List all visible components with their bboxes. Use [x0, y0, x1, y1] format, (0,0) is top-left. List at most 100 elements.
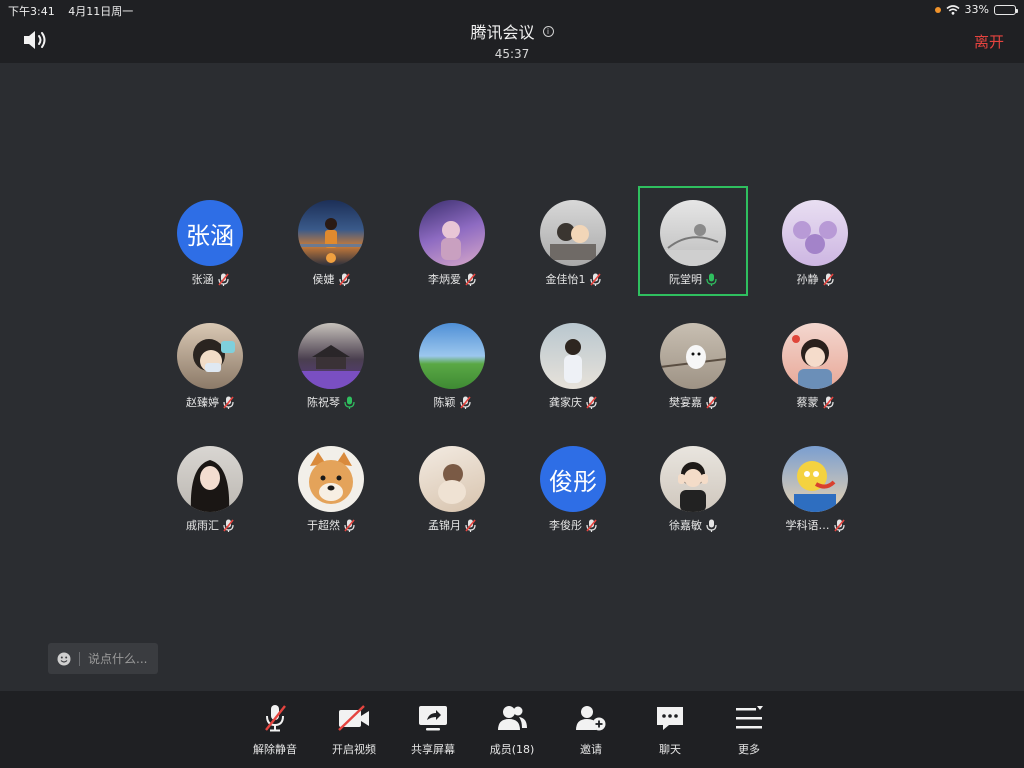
participant-name-row: 于超然 — [276, 517, 386, 533]
participant-name: 戚雨汇 — [186, 519, 219, 532]
participant-tile[interactable]: 孙静 — [760, 186, 870, 296]
participant-name: 阮堂明 — [669, 273, 702, 286]
mic-muted-icon — [706, 395, 717, 409]
emoji-icon[interactable] — [57, 652, 71, 666]
video-off-icon — [338, 705, 369, 731]
participant-tile[interactable]: 赵臻婷 — [155, 309, 265, 419]
participant-name-row: 学科语… — [760, 517, 870, 533]
avatar-photo — [660, 345, 726, 369]
avatar-photo — [441, 221, 461, 260]
avatar-photo — [660, 224, 726, 266]
participant-tile[interactable]: 蔡蒙 — [760, 309, 870, 419]
mic-muted-icon — [586, 518, 597, 532]
participant-name-row: 徐嘉敏 — [638, 517, 748, 533]
participant-tile[interactable]: 陈颖 — [397, 309, 507, 419]
participant-name-row: 蔡蒙 — [760, 394, 870, 410]
avatar-photo — [309, 452, 353, 504]
avatar — [419, 200, 485, 266]
participant-name: 张涵 — [191, 273, 214, 286]
participant-name: 金佳怡1 — [545, 273, 586, 286]
participant-tile[interactable]: 孟锦月 — [397, 432, 507, 542]
avatar — [298, 200, 364, 266]
chat-bubble-icon — [657, 707, 683, 730]
mic-muted-icon — [459, 395, 471, 409]
invite-label: 邀请 — [580, 743, 602, 756]
participant-tile[interactable]: 徐嘉敏 — [638, 432, 748, 542]
participant-tile[interactable]: 张涵 张涵 — [155, 186, 265, 296]
mic-muted-icon — [586, 395, 597, 409]
more-label: 更多 — [738, 743, 760, 756]
chat-placeholder: 说点什么... — [88, 652, 148, 666]
mic-muted-icon — [833, 518, 845, 532]
avatar-photo — [438, 464, 466, 504]
meeting-toolbar: 解除静音 开启视频 共享屏幕 成员(18) 邀请 聊天 更多 — [0, 691, 1024, 768]
participant-name-row: 阮堂明 — [640, 271, 746, 287]
avatar — [298, 323, 364, 389]
participant-tile[interactable]: 金佳怡1 — [518, 186, 628, 296]
avatar — [782, 200, 848, 266]
avatar-photo — [298, 218, 364, 263]
mic-muted-icon — [465, 272, 476, 286]
members-label: 成员(18) — [489, 743, 535, 756]
participant-tile[interactable]: 樊宴嘉 — [638, 309, 748, 419]
members-button[interactable]: 成员(18) — [477, 703, 547, 757]
avatar — [782, 323, 848, 389]
mic-muted-icon — [822, 272, 834, 286]
participant-tile[interactable]: 陈祝琴 — [276, 309, 386, 419]
avatar — [540, 323, 606, 389]
chat-button[interactable]: 聊天 — [635, 703, 705, 757]
avatar-photo — [794, 461, 836, 512]
participant-tile-active-speaker[interactable]: 阮堂明 — [638, 186, 748, 296]
share-screen-button[interactable]: 共享屏幕 — [398, 703, 468, 757]
avatar — [660, 323, 726, 389]
participant-name: 于超然 — [307, 519, 340, 532]
add-person-icon — [576, 706, 606, 731]
mic-speaking-icon — [344, 396, 355, 409]
participant-name: 李炳爱 — [428, 273, 461, 286]
avatar-photo — [564, 339, 582, 383]
more-button[interactable]: 更多 — [714, 703, 784, 757]
participant-name-row: 孟锦月 — [397, 517, 507, 533]
participant-name-row: 金佳怡1 — [518, 271, 628, 287]
invite-button[interactable]: 邀请 — [556, 703, 626, 757]
mic-muted-icon — [223, 518, 234, 532]
avatar — [660, 200, 726, 266]
participant-grid: 张涵 张涵 侯婕 李炳爱 金佳怡1 阮堂明 孙静 赵臻婷 陈祝琴 陈颖 龚家庆 … — [0, 0, 1024, 690]
participant-name: 孟锦月 — [428, 519, 461, 532]
participant-tile[interactable]: 李炳爱 — [397, 186, 507, 296]
avatar — [540, 200, 606, 266]
participant-name-row: 龚家庆 — [518, 394, 628, 410]
mic-muted-icon — [344, 518, 355, 532]
mic-speaking-icon — [706, 273, 717, 286]
participant-tile[interactable]: 龚家庆 — [518, 309, 628, 419]
participant-name: 赵臻婷 — [186, 396, 219, 409]
participant-name: 侯婕 — [312, 273, 335, 286]
participant-tile[interactable]: 戚雨汇 — [155, 432, 265, 542]
avatar-photo — [190, 460, 230, 512]
avatar-photo — [298, 345, 364, 389]
members-icon — [498, 706, 527, 730]
avatar — [419, 446, 485, 512]
unmute-button[interactable]: 解除静音 — [240, 703, 310, 757]
participant-tile[interactable]: 于超然 — [276, 432, 386, 542]
participant-tile[interactable]: 侯婕 — [276, 186, 386, 296]
chat-input[interactable]: 说点什么... — [48, 643, 158, 674]
participant-tile[interactable]: 学科语… — [760, 432, 870, 542]
avatar: 张涵 — [177, 200, 243, 266]
participant-tile[interactable]: 俊彤 李俊彤 — [518, 432, 628, 542]
unmute-label: 解除静音 — [253, 743, 297, 756]
mic-muted-icon — [338, 272, 350, 286]
avatar-photo — [193, 339, 235, 372]
share-screen-label: 共享屏幕 — [411, 743, 455, 756]
avatar — [177, 446, 243, 512]
participant-name-row: 陈颖 — [397, 394, 507, 410]
participant-name-row: 李炳爱 — [397, 271, 507, 287]
avatar — [419, 323, 485, 389]
participant-name: 樊宴嘉 — [669, 396, 702, 409]
participant-name-row: 侯婕 — [276, 271, 386, 287]
start-video-button[interactable]: 开启视频 — [319, 703, 389, 757]
avatar — [177, 323, 243, 389]
participant-name: 孙静 — [796, 273, 819, 286]
participant-name-row: 张涵 — [155, 271, 265, 287]
participant-name-row: 赵臻婷 — [155, 394, 265, 410]
